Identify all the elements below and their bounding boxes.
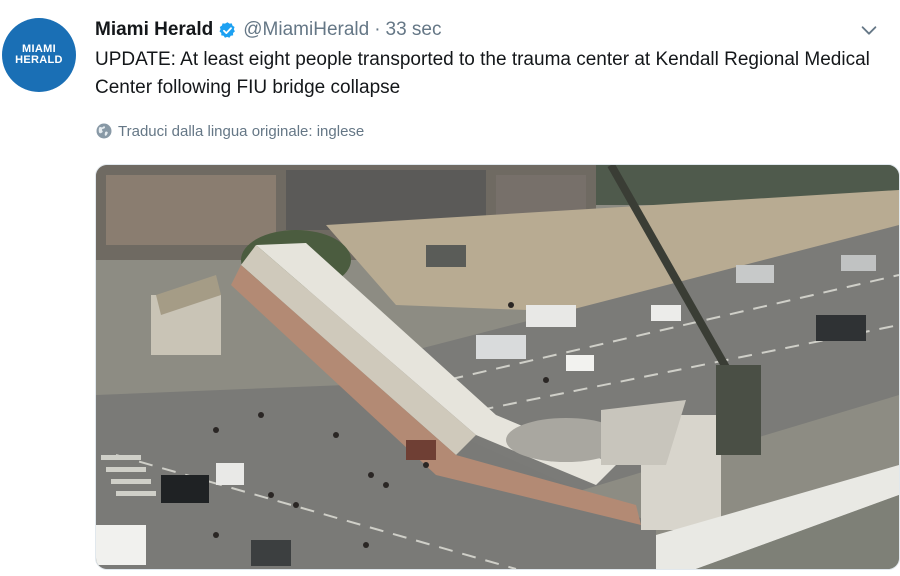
globe-icon [96,123,112,139]
bridge-collapse-photo [96,165,899,569]
timestamp[interactable]: 33 sec [386,19,442,41]
tweet-text: UPDATE: At least eight people transporte… [95,49,870,98]
tweet-photo[interactable] [95,164,900,570]
separator-dot: · [374,19,381,40]
verified-badge-icon [219,21,236,38]
author-name[interactable]: Miami Herald [95,19,213,41]
author-handle[interactable]: @MiamiHerald [243,19,369,41]
translate-label: Traduci dalla lingua originale: inglese [118,122,365,140]
translate-link[interactable]: Traduci dalla lingua originale: inglese [95,122,364,140]
avatar-logo-line2: HERALD [15,54,63,66]
chevron-down-icon[interactable] [858,19,880,41]
avatar[interactable]: MIAMI HERALD [2,18,76,92]
tweet-header: Miami Herald @MiamiHerald · 33 sec [95,17,880,43]
